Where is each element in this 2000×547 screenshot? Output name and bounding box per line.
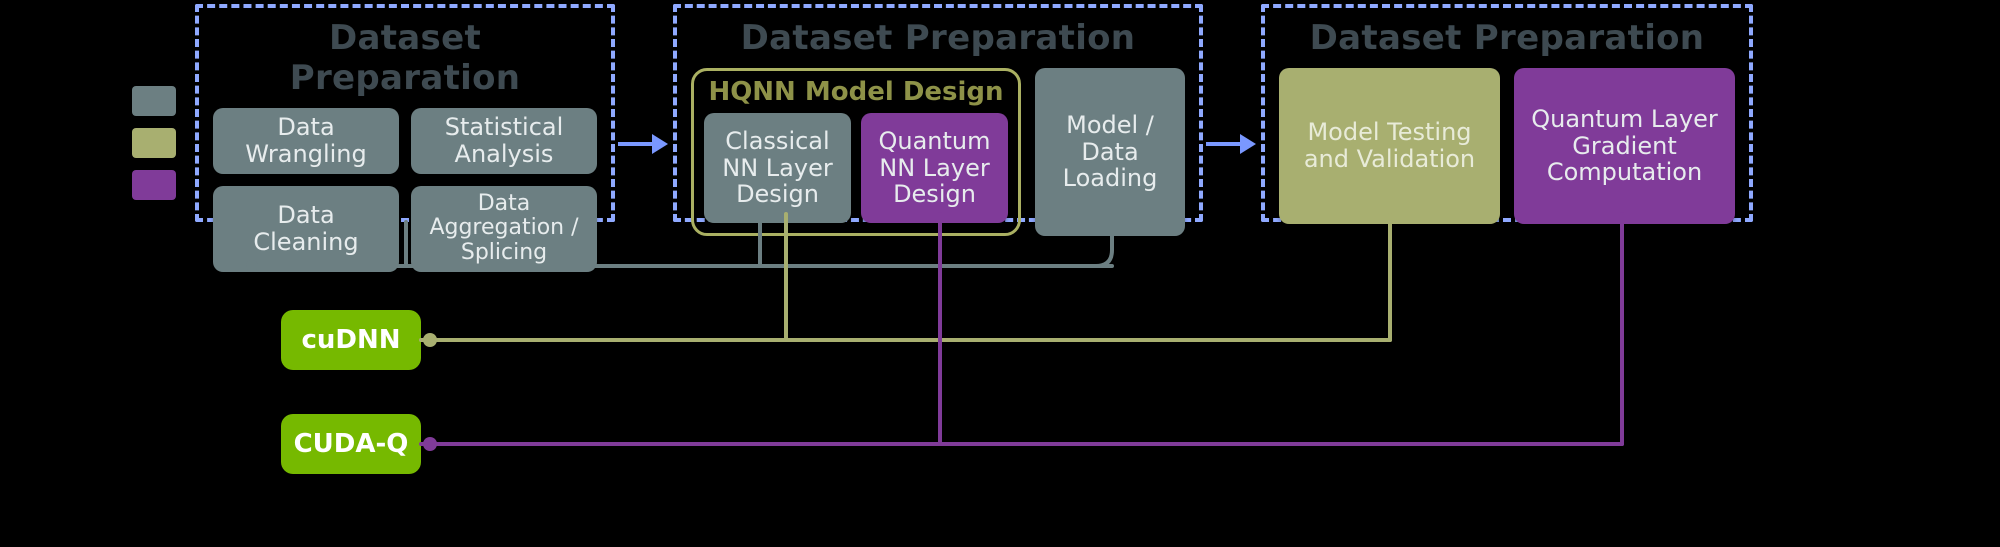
legend-swatch-classical [132,86,176,116]
pill-cudnn: cuDNN [281,310,421,370]
hqnn-group: HQNN Model Design Classical NN Layer Des… [691,68,1021,236]
box-data-aggregation-splicing: Data Aggregation / Splicing [411,186,597,272]
box-model-testing-validation: Model Testing and Validation [1279,68,1500,224]
legend-swatch-quantum [132,170,176,200]
stage-1-title: Dataset Preparation [213,18,597,98]
arrow-1-to-2 [618,132,670,156]
stage-2-title: Dataset Preparation [691,18,1185,58]
hqnn-title: HQNN Model Design [704,77,1008,107]
stage-dataset-prep-1: Dataset Preparation Data Wrangling Stati… [195,4,615,222]
stage-3-title: Dataset Preparation [1279,18,1735,58]
arrow-2-to-3 [1206,132,1258,156]
legend-swatch-hybrid [132,128,176,158]
box-model-data-loading: Model / Data Loading [1035,68,1185,236]
box-classical-nn-layer: Classical NN Layer Design [704,113,851,223]
stage-dataset-prep-3: Dataset Preparation Model Testing and Va… [1261,4,1753,222]
box-data-wrangling: Data Wrangling [213,108,399,174]
stage-dataset-prep-2: Dataset Preparation HQNN Model Design Cl… [673,4,1203,222]
box-statistical-analysis: Statistical Analysis [411,108,597,174]
box-data-cleaning: Data Cleaning [213,186,399,272]
pill-cudaq: CUDA-Q [281,414,421,474]
box-quantum-gradient-computation: Quantum Layer Gradient Computation [1514,68,1735,224]
box-quantum-nn-layer: Quantum NN Layer Design [861,113,1008,223]
legend [132,86,176,200]
